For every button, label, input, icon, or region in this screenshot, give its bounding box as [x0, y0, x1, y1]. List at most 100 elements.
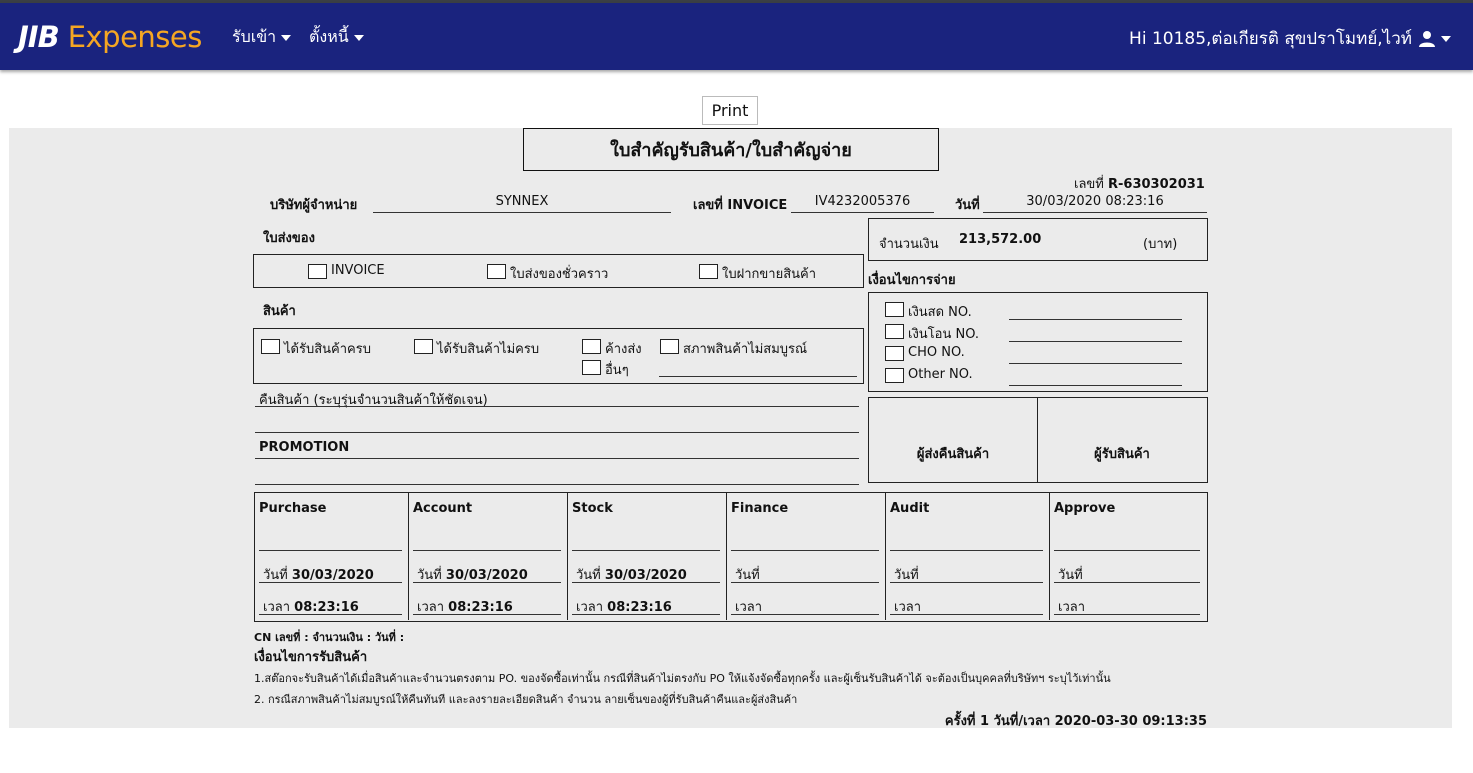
date-line	[572, 582, 720, 583]
vendor-label: บริษัทผู้จำหน่าย	[270, 198, 358, 213]
promotion-line-1	[255, 458, 859, 459]
delivery-temp-label: ใบส่งของชั่วคราว	[510, 267, 609, 282]
approval-title: Approve	[1054, 501, 1116, 516]
delivery-consign-label: ใบฝากขายสินค้า	[722, 267, 817, 282]
approval-date-value: 30/03/2020	[604, 568, 687, 583]
print-button[interactable]: Print	[702, 96, 758, 125]
condition-1: 1.สต๊อกจะรับสินค้าได้เมื่อสินค้าและจำนวน…	[254, 672, 1111, 685]
amount-unit: (บาท)	[1143, 237, 1178, 252]
approval-date-value: 30/03/2020	[445, 568, 528, 583]
approval-title: Stock	[572, 501, 613, 516]
approval-date-label: วันที่	[263, 568, 288, 583]
document-number-value: R-630302031	[1108, 177, 1205, 192]
delivery-section-title: ใบส่งของ	[263, 231, 315, 246]
document-number-label: เลขที่	[1074, 177, 1104, 192]
brand-jib: JIB	[18, 20, 60, 54]
date-line	[890, 582, 1043, 583]
approval-title: Finance	[731, 501, 789, 516]
approval-title: Purchase	[259, 501, 327, 516]
goods-incomplete-checkbox[interactable]	[414, 339, 433, 354]
approval-date-label: วันที่	[735, 568, 760, 583]
approval-date-label: วันที่	[1058, 568, 1083, 583]
payment-cash-line	[1009, 319, 1182, 320]
payment-cheque-line	[1009, 363, 1182, 364]
signature-line	[259, 550, 402, 551]
goods-damaged-checkbox[interactable]	[660, 339, 679, 354]
return-signature-box	[868, 397, 1208, 483]
signature-line	[1054, 550, 1200, 551]
approval-cell-purchase: Purchase วันที่ 30/03/2020 เวลา 08:23:16	[255, 493, 409, 620]
payment-cheque-checkbox[interactable]	[885, 346, 904, 361]
return-line-1	[255, 406, 859, 407]
signature-line	[890, 550, 1043, 551]
time-line	[259, 614, 402, 615]
approval-cell-stock: Stock วันที่ 30/03/2020 เวลา 08:23:16	[568, 493, 727, 620]
payment-cheque-label: CHO NO.	[908, 345, 965, 360]
sender-return-label: ผู้ส่งคืนสินค้า	[916, 447, 990, 462]
date-line	[413, 582, 561, 583]
goods-complete-checkbox[interactable]	[261, 339, 280, 354]
approval-date-label: วันที่	[576, 568, 601, 583]
receiver-label: ผู้รับสินค้า	[1094, 447, 1150, 462]
goods-damaged-label: สภาพสินค้าไม่สมบูรณ์	[683, 342, 808, 357]
time-line	[413, 614, 561, 615]
condition-2: 2. กรณีสภาพสินค้าไม่สมบูรณ์ให้คืนทันที แ…	[254, 693, 798, 706]
vendor-value: SYNNEX	[495, 194, 549, 209]
goods-other-checkbox[interactable]	[582, 360, 601, 375]
date-line	[731, 582, 879, 583]
document-number: เลขที่ R-630302031	[1074, 173, 1205, 194]
user-greeting: Hi 10185,ต่อเกียรติ สุขปราโมทย์,ไวท์	[1129, 29, 1412, 49]
return-signature-divider	[1037, 398, 1038, 482]
approval-time-value: 08:23:16	[294, 600, 359, 615]
brand-expenses: Expenses	[67, 20, 203, 54]
payment-transfer-checkbox[interactable]	[885, 324, 904, 339]
nav-menu-receive[interactable]: รับเข้า	[232, 25, 292, 50]
approval-title: Account	[413, 501, 473, 516]
approval-cell-finance: Finance วันที่ เวลา	[727, 493, 886, 620]
nav-menu-debt[interactable]: ตั้งหนี้	[309, 25, 364, 50]
date-underline	[983, 212, 1207, 213]
approval-date-value: 30/03/2020	[291, 568, 374, 583]
goods-other-label: อื่นๆ	[605, 363, 629, 378]
brand-logo[interactable]: JIB Expenses	[18, 17, 202, 57]
approval-time-label: เวลา	[417, 600, 445, 615]
nav-menu-debt-label: ตั้งหนี้	[309, 27, 349, 46]
approval-time-label: เวลา	[576, 600, 604, 615]
payment-transfer-label: เงินโอน NO.	[908, 327, 980, 342]
approval-time-label: เวลา	[263, 600, 291, 615]
delivery-temp-checkbox[interactable]	[487, 264, 506, 279]
signature-line	[731, 550, 879, 551]
goods-section-title: สินค้า	[263, 304, 296, 319]
invoice-underline	[791, 212, 934, 213]
user-icon	[1419, 30, 1435, 47]
payment-other-checkbox[interactable]	[885, 368, 904, 383]
approval-time-label: เวลา	[1058, 600, 1086, 615]
amount-label: จำนวนเงิน	[879, 237, 939, 252]
goods-complete-label: ได้รับสินค้าครบ	[284, 342, 371, 357]
chevron-down-icon	[353, 34, 364, 41]
approval-date-label: วันที่	[417, 568, 442, 583]
time-line	[890, 614, 1043, 615]
goods-backorder-checkbox[interactable]	[582, 339, 601, 354]
payment-other-label: Other NO.	[908, 367, 973, 382]
payment-section-title: เงื่อนไขการจ่าย	[868, 273, 956, 288]
date-line	[1054, 582, 1200, 583]
goods-backorder-label: ค้างส่ง	[605, 342, 642, 357]
invoice-value: IV4232005376	[814, 194, 911, 209]
navbar: JIB Expenses รับเข้า ตั้งหนี้ Hi 10185,ต…	[0, 3, 1473, 70]
user-menu[interactable]: Hi 10185,ต่อเกียรติ สุขปราโมทย์,ไวท์	[1129, 25, 1451, 52]
return-line-2	[255, 432, 859, 433]
approval-time-value: 08:23:16	[607, 600, 672, 615]
payment-cash-checkbox[interactable]	[885, 302, 904, 317]
signature-line	[572, 550, 720, 551]
approval-cell-audit: Audit วันที่ เวลา	[886, 493, 1050, 620]
signature-line	[413, 550, 561, 551]
conditions-title: เงื่อนไขการรับสินค้า	[254, 650, 368, 665]
delivery-invoice-checkbox[interactable]	[308, 264, 327, 279]
vendor-underline	[373, 212, 671, 213]
approval-title: Audit	[890, 501, 930, 516]
approval-time-label: เวลา	[735, 600, 763, 615]
goods-incomplete-label: ได้รับสินค้าไม่ครบ	[437, 342, 540, 357]
delivery-consign-checkbox[interactable]	[699, 264, 718, 279]
nav-menu-receive-label: รับเข้า	[232, 27, 277, 46]
